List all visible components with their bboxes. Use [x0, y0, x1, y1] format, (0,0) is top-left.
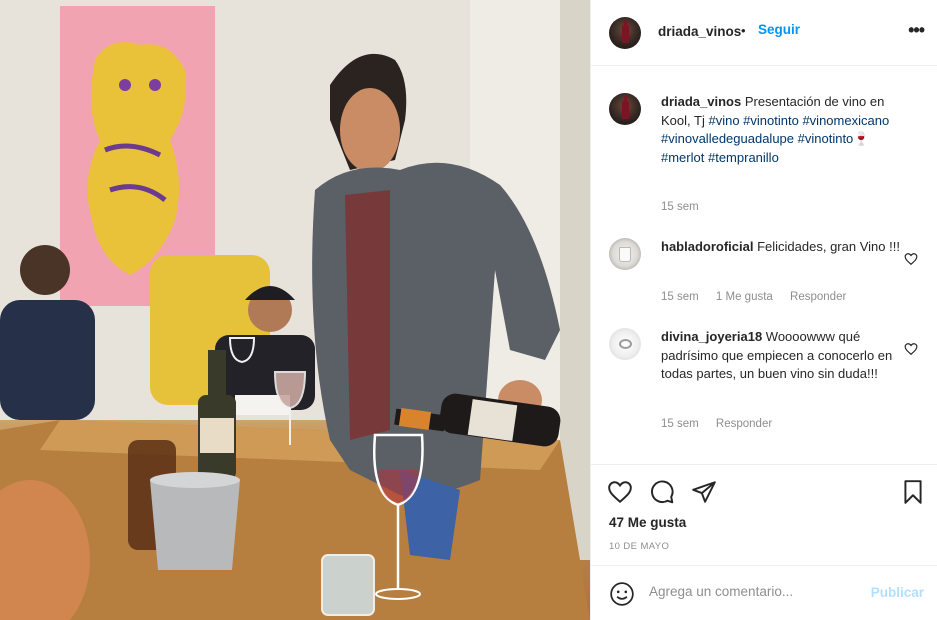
- hashtag[interactable]: #vinotinto: [798, 131, 854, 146]
- comment-meta: 15 sem 1 Me gusta Responder: [661, 291, 860, 303]
- wine-glass-emoji: 🍷: [853, 131, 870, 146]
- hashtag[interactable]: #merlot: [661, 150, 704, 165]
- separator-dot: •: [741, 23, 746, 38]
- comment-time[interactable]: 15 sem: [661, 291, 699, 303]
- comment-likes[interactable]: 1 Me gusta: [716, 291, 773, 303]
- heart-icon[interactable]: [904, 342, 918, 356]
- heart-icon[interactable]: [607, 479, 633, 505]
- avatar[interactable]: [609, 17, 641, 49]
- add-comment-bar: Publicar: [591, 565, 937, 620]
- wine-bottle-icon: [622, 20, 629, 43]
- more-dots-icon[interactable]: •••: [908, 20, 925, 41]
- post-header: driada_vinos • Seguir •••: [591, 0, 937, 66]
- heart-icon[interactable]: [904, 252, 918, 266]
- reply-button[interactable]: Responder: [716, 418, 772, 430]
- comment-username[interactable]: divina_joyeria18: [661, 329, 762, 344]
- bookmark-icon[interactable]: [900, 479, 926, 505]
- post-actions: 47 Me gusta 10 DE MAYO: [591, 464, 937, 564]
- comment-input[interactable]: [649, 584, 859, 599]
- caption-time[interactable]: 15 sem: [661, 201, 699, 213]
- share-icon[interactable]: [691, 479, 717, 505]
- hashtag[interactable]: #vino: [708, 113, 739, 128]
- post-date: 10 DE MAYO: [609, 541, 670, 552]
- comment-username[interactable]: habladoroficial: [661, 239, 753, 254]
- hashtag[interactable]: #tempranillo: [708, 150, 779, 165]
- hashtag[interactable]: #vinovalledeguadalupe: [661, 131, 794, 146]
- cup-icon: [619, 247, 631, 262]
- hashtag[interactable]: #vinotinto: [743, 113, 799, 128]
- comment-icon[interactable]: [649, 479, 675, 505]
- post-photo[interactable]: [0, 0, 590, 620]
- wine-bottle-icon: [622, 96, 629, 119]
- caption-username[interactable]: driada_vinos: [661, 94, 741, 109]
- post-username[interactable]: driada_vinos: [658, 24, 741, 39]
- comment-body: Felicidades, gran Vino !!!: [757, 239, 900, 254]
- avatar[interactable]: [609, 93, 641, 125]
- publish-button[interactable]: Publicar: [871, 585, 924, 600]
- reply-button[interactable]: Responder: [790, 291, 846, 303]
- emoji-icon[interactable]: [609, 581, 635, 607]
- avatar[interactable]: [609, 328, 641, 360]
- avatar[interactable]: [609, 238, 641, 270]
- follow-button[interactable]: Seguir: [758, 22, 800, 37]
- caption-meta: 15 sem: [661, 201, 713, 213]
- post-side-panel: driada_vinos • Seguir ••• driada_vinos P…: [590, 0, 937, 620]
- comments-section[interactable]: driada_vinos Presentación de vino en Koo…: [591, 66, 937, 464]
- jewelry-icon: [619, 339, 632, 349]
- comment-text: habladoroficial Felicidades, gran Vino !…: [661, 238, 909, 257]
- hashtag[interactable]: #vinomexicano: [802, 113, 889, 128]
- wine-tasting-photo: [0, 0, 590, 620]
- comment-meta: 15 sem Responder: [661, 418, 786, 430]
- comment-text: divina_joyeria18 Woooowww qué padrísimo …: [661, 328, 909, 384]
- caption-text: driada_vinos Presentación de vino en Koo…: [661, 93, 909, 167]
- comment-time[interactable]: 15 sem: [661, 418, 699, 430]
- likes-count[interactable]: 47 Me gusta: [609, 515, 686, 530]
